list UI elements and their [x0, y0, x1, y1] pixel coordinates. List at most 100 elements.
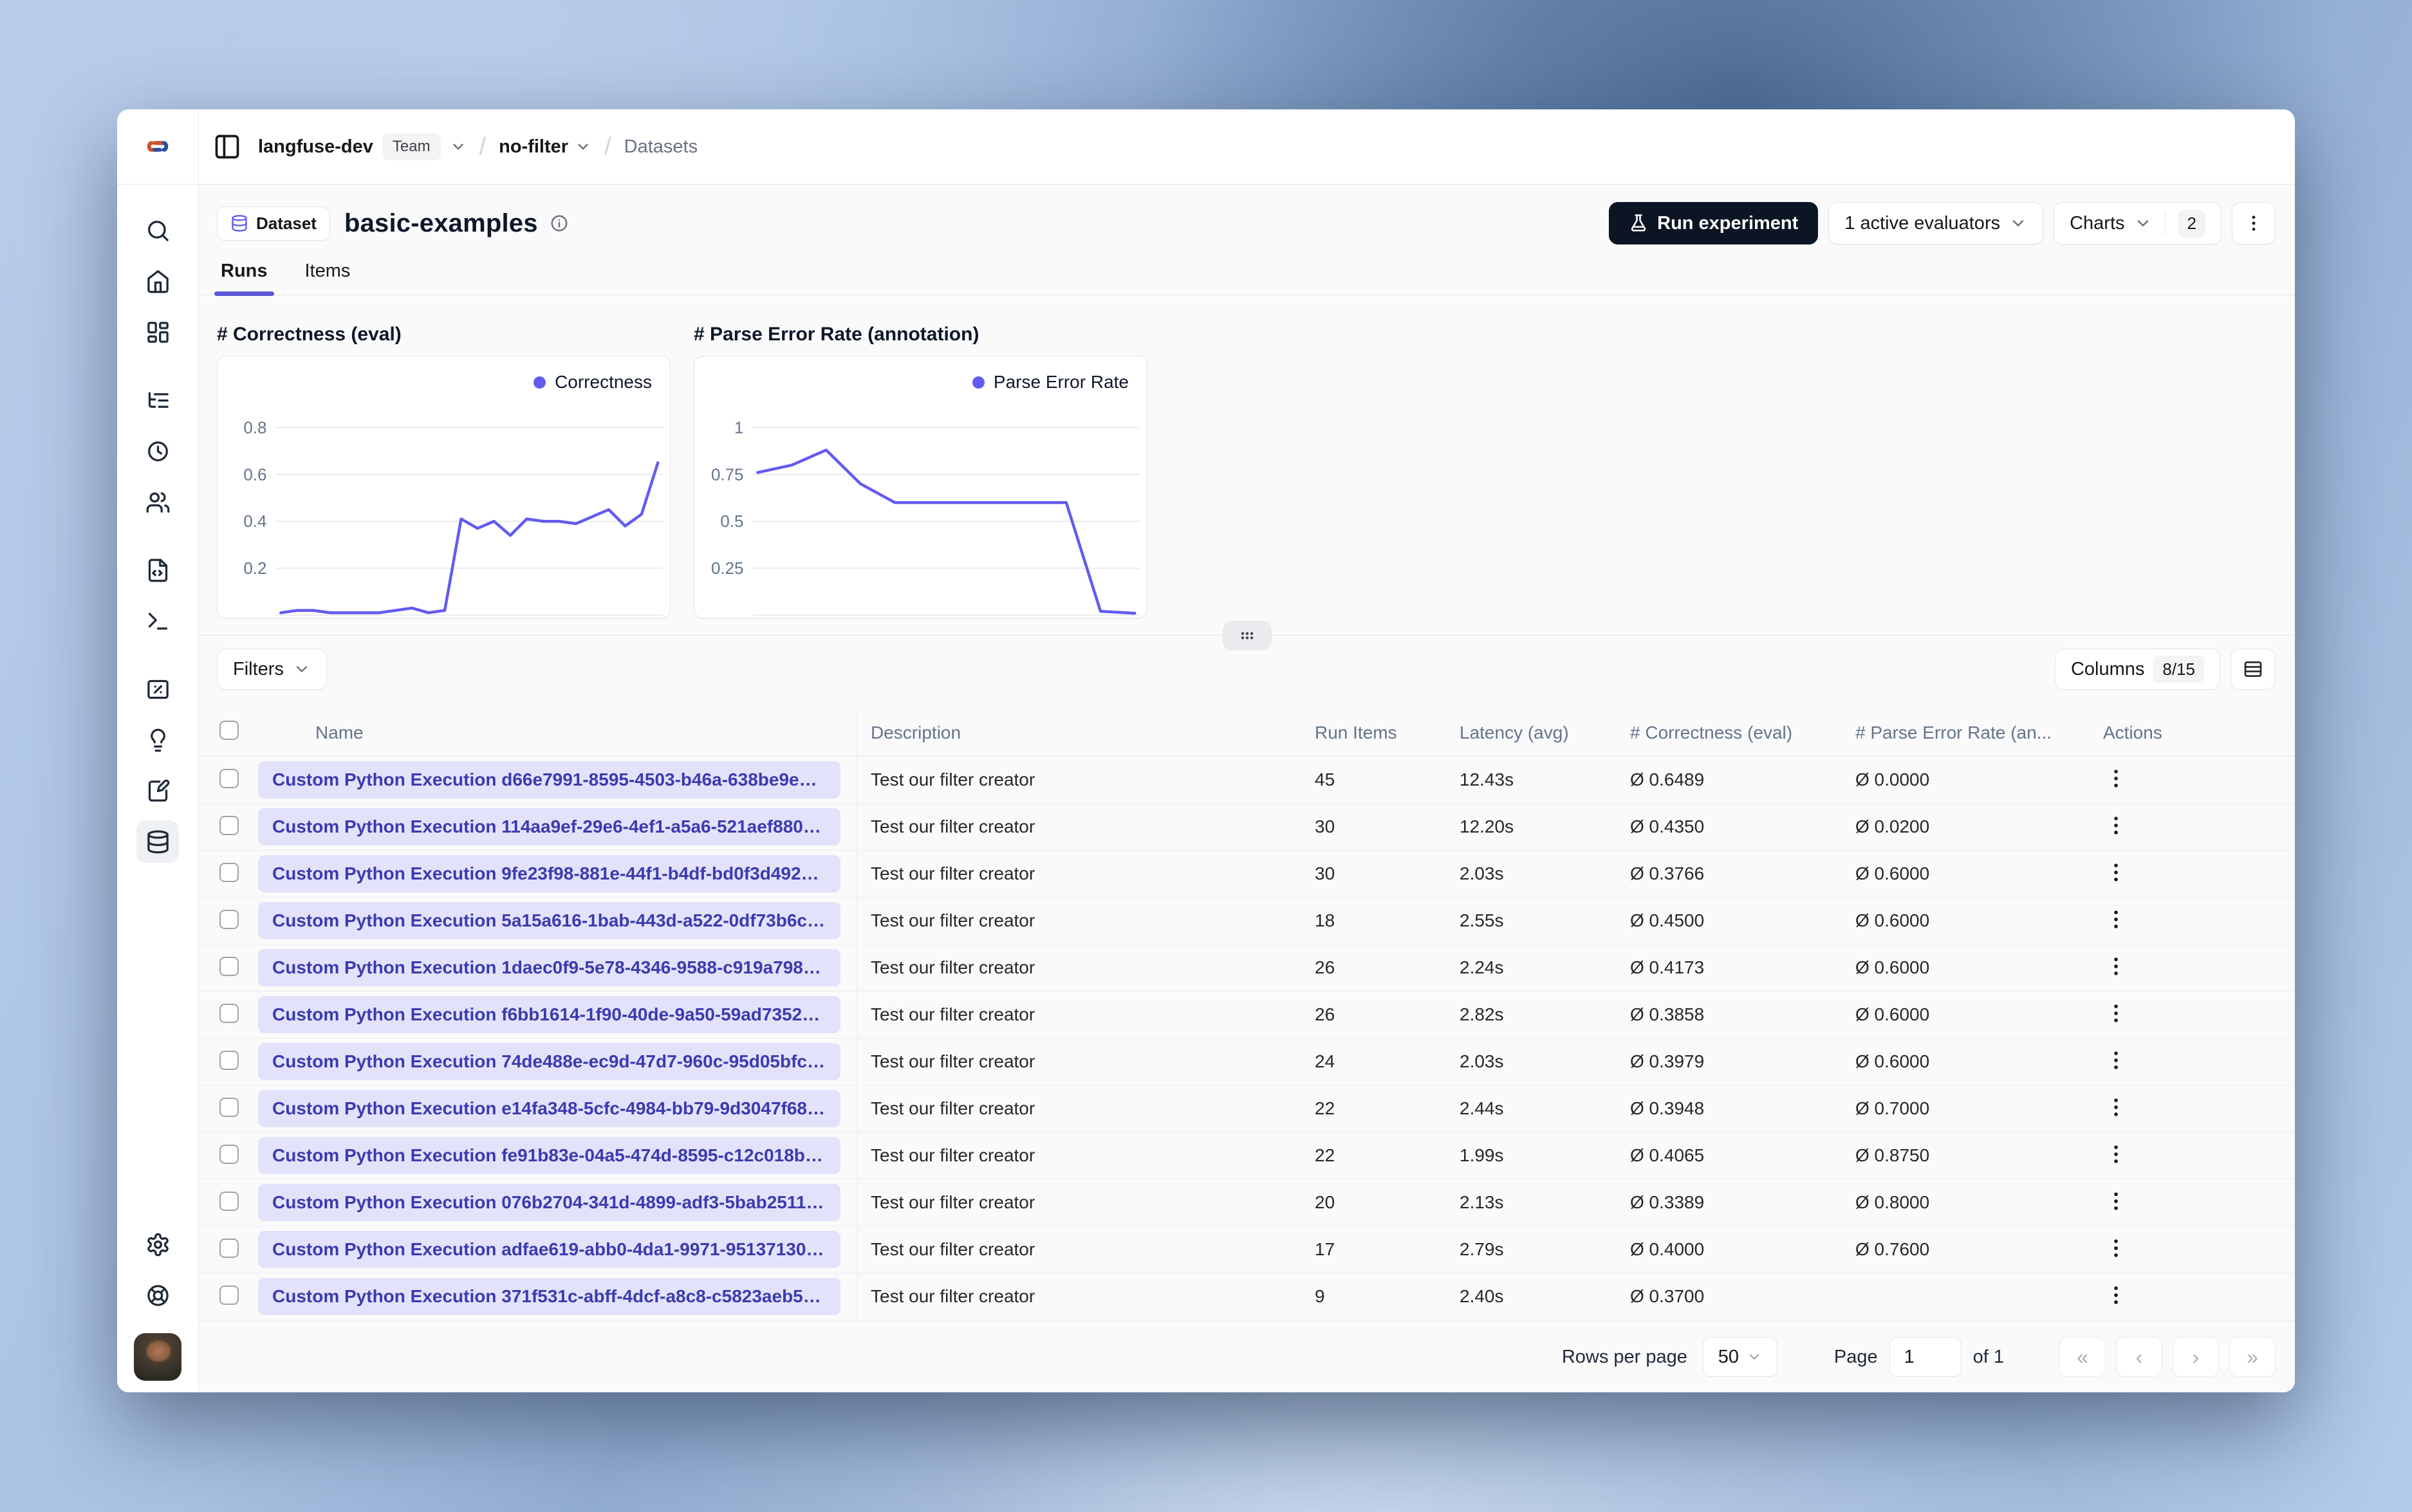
- legend-dot-icon: [533, 376, 546, 389]
- run-experiment-button[interactable]: Run experiment: [1609, 202, 1819, 244]
- row-checkbox[interactable]: [219, 862, 239, 882]
- row-actions-button[interactable]: [2103, 1047, 2129, 1073]
- run-name-link[interactable]: Custom Python Execution 74de488e-ec9d-47…: [258, 1043, 840, 1080]
- filters-button[interactable]: Filters: [217, 649, 327, 690]
- run-items-count: 22: [1315, 1098, 1335, 1118]
- page-number-input[interactable]: [1889, 1337, 1962, 1377]
- last-page-button[interactable]: »: [2229, 1337, 2276, 1377]
- sidebar-toggle-button[interactable]: [213, 133, 241, 161]
- row-actions-button[interactable]: [2103, 1094, 2129, 1120]
- column-header-correctness[interactable]: # Correctness (eval): [1617, 723, 1842, 743]
- sidebar-item-dashboards[interactable]: [136, 311, 179, 353]
- chart-correctness: # Correctness (eval) 0.2 0.4 0.6 0.8 Correc…: [217, 324, 671, 618]
- charts-dropdown[interactable]: Charts 2: [2054, 202, 2222, 244]
- column-header-run-items[interactable]: Run Items: [1302, 723, 1447, 743]
- run-name-link[interactable]: Custom Python Execution 5a15a616-1bab-44…: [258, 902, 840, 939]
- row-actions-button[interactable]: [2103, 766, 2129, 791]
- table-row: Custom Python Execution f6bb1614-1f90-40…: [199, 991, 2295, 1038]
- sidebar-item-datasets[interactable]: [136, 820, 179, 863]
- info-icon[interactable]: [550, 214, 569, 233]
- row-actions-button[interactable]: [2103, 1141, 2129, 1167]
- kebab-icon: [2114, 1004, 2118, 1022]
- row-actions-button[interactable]: [2103, 1235, 2129, 1261]
- run-parse-error: Ø 0.0000: [1855, 770, 1930, 789]
- kebab-icon: [2114, 1145, 2118, 1163]
- tab-runs[interactable]: Runs: [214, 257, 274, 296]
- breadcrumb-section[interactable]: Datasets: [624, 136, 698, 158]
- row-checkbox[interactable]: [219, 1191, 239, 1211]
- breadcrumb-project[interactable]: no-filter: [499, 136, 591, 158]
- sidebar-item-home[interactable]: [136, 260, 179, 302]
- run-name-link[interactable]: Custom Python Execution fe91b83e-04a5-47…: [258, 1137, 840, 1174]
- row-checkbox[interactable]: [219, 1097, 239, 1117]
- column-header-latency[interactable]: Latency (avg): [1447, 723, 1617, 743]
- row-checkbox[interactable]: [219, 1285, 239, 1305]
- sidebar-item-settings[interactable]: [136, 1223, 179, 1266]
- run-name-link[interactable]: Custom Python Execution e14fa348-5cfc-49…: [258, 1090, 840, 1127]
- run-description: Test our filter creator: [871, 863, 1035, 883]
- next-page-button[interactable]: ›: [2173, 1337, 2219, 1377]
- sidebar-item-evaluation[interactable]: [136, 668, 179, 710]
- run-description: Test our filter creator: [871, 1239, 1035, 1259]
- breadcrumb-org[interactable]: langfuse-dev Team: [258, 133, 467, 160]
- table-row: Custom Python Execution 076b2704-341d-48…: [199, 1179, 2295, 1226]
- flask-icon: [1629, 214, 1648, 233]
- row-checkbox[interactable]: [219, 1144, 239, 1164]
- column-header-parse-error[interactable]: # Parse Error Rate (an...: [1842, 723, 2090, 743]
- run-name-link[interactable]: Custom Python Execution 371f531c-abff-4d…: [258, 1278, 840, 1315]
- row-actions-button[interactable]: [2103, 813, 2129, 838]
- splitter-drag-handle[interactable]: [1222, 621, 1272, 650]
- table-row: Custom Python Execution fe91b83e-04a5-47…: [199, 1132, 2295, 1179]
- avatar[interactable]: [134, 1333, 181, 1381]
- kebab-icon: [2114, 1286, 2118, 1304]
- row-height-button[interactable]: [2231, 649, 2276, 690]
- row-actions-button[interactable]: [2103, 1000, 2129, 1026]
- row-actions-button[interactable]: [2103, 860, 2129, 885]
- column-header-name[interactable]: Name: [258, 709, 858, 756]
- columns-button[interactable]: Columns 8/15: [2054, 649, 2220, 690]
- row-checkbox[interactable]: [219, 956, 239, 976]
- row-actions-button[interactable]: [2103, 1282, 2129, 1308]
- sidebar-item-support[interactable]: [136, 1274, 179, 1316]
- sidebar-item-search[interactable]: [136, 209, 179, 252]
- kebab-icon: [2243, 213, 2264, 234]
- org-name: langfuse-dev: [258, 136, 373, 157]
- row-checkbox[interactable]: [219, 1050, 239, 1070]
- evaluators-dropdown[interactable]: 1 active evaluators: [1828, 202, 2044, 244]
- run-name-link[interactable]: Custom Python Execution d66e7991-8595-45…: [258, 761, 840, 798]
- chart-title: # Correctness (eval): [217, 324, 402, 345]
- table-row: Custom Python Execution e14fa348-5cfc-49…: [199, 1085, 2295, 1132]
- row-actions-button[interactable]: [2103, 907, 2129, 932]
- row-checkbox[interactable]: [219, 909, 239, 929]
- row-actions-button[interactable]: [2103, 954, 2129, 979]
- run-name-link[interactable]: Custom Python Execution 076b2704-341d-48…: [258, 1184, 840, 1221]
- run-description: Test our filter creator: [871, 1192, 1035, 1212]
- run-name-link[interactable]: Custom Python Execution adfae619-abb0-4d…: [258, 1231, 840, 1268]
- first-page-button[interactable]: «: [2059, 1337, 2106, 1377]
- svg-text:1: 1: [734, 419, 743, 437]
- row-checkbox[interactable]: [219, 768, 239, 788]
- row-actions-button[interactable]: [2103, 1188, 2129, 1214]
- row-checkbox[interactable]: [219, 1238, 239, 1258]
- run-name-link[interactable]: Custom Python Execution 114aa9ef-29e6-4e…: [258, 808, 840, 845]
- row-checkbox[interactable]: [219, 815, 239, 835]
- page-actions-menu-button[interactable]: [2232, 202, 2276, 244]
- run-name-link[interactable]: Custom Python Execution 9fe23f98-881e-44…: [258, 855, 840, 892]
- run-latency: 2.82s: [1460, 1004, 1504, 1024]
- select-all-checkbox[interactable]: [219, 721, 239, 740]
- sidebar-item-tracing[interactable]: [136, 379, 179, 421]
- tab-items[interactable]: Items: [301, 257, 355, 295]
- run-description: Test our filter creator: [871, 910, 1035, 930]
- previous-page-button[interactable]: ‹: [2116, 1337, 2162, 1377]
- run-name-link[interactable]: Custom Python Execution f6bb1614-1f90-40…: [258, 996, 840, 1033]
- sidebar-item-playground[interactable]: [136, 600, 179, 642]
- rows-per-page-select[interactable]: 50: [1702, 1337, 1777, 1377]
- sidebar-item-insights[interactable]: [136, 719, 179, 761]
- sidebar-item-sessions[interactable]: [136, 430, 179, 472]
- column-header-description[interactable]: Description: [858, 723, 1302, 743]
- sidebar-item-prompts[interactable]: [136, 549, 179, 591]
- sidebar-item-users[interactable]: [136, 481, 179, 523]
- run-name-link[interactable]: Custom Python Execution 1daec0f9-5e78-43…: [258, 949, 840, 986]
- sidebar-item-annotation[interactable]: [136, 770, 179, 812]
- row-checkbox[interactable]: [219, 1003, 239, 1023]
